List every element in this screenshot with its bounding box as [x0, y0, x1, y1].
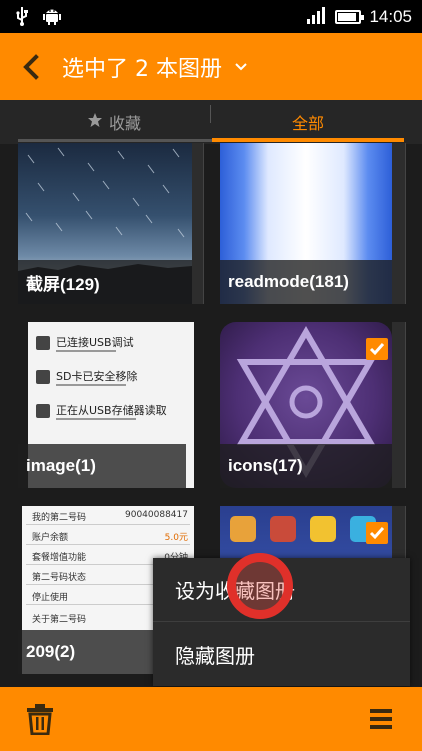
usb-icon — [14, 6, 30, 30]
album-caption: icons(17) — [220, 444, 392, 488]
tab-favorites-label: 收藏 — [108, 114, 141, 133]
thumb-text-line: 已连接USB调试 — [56, 336, 134, 349]
thumb-text-line: SD卡已安全移除 — [56, 370, 138, 383]
checkmark-icon[interactable] — [366, 522, 388, 544]
album-stack — [392, 322, 406, 488]
selection-title[interactable]: 选中了 2 本图册 — [62, 51, 222, 83]
album-image[interactable]: 已连接USB调试 SD卡已安全移除 正在从USB存储器读取 image(1) — [18, 322, 204, 488]
album-caption: image(1) — [18, 444, 186, 488]
thumb-text-row: 账户余额 — [32, 533, 69, 543]
album-screenshots[interactable]: 截屏(129) — [18, 143, 204, 304]
tab-all-label: 全部 — [291, 114, 324, 133]
thumb-text-row: 停止使用 — [32, 593, 69, 603]
tab-favorites[interactable]: 收藏 — [18, 100, 210, 144]
thumb-text-row: 我的第二号码 — [32, 513, 87, 523]
album-icons[interactable]: icons(17) — [220, 322, 406, 488]
action-bar: 选中了 2 本图册 — [0, 33, 422, 100]
album-caption: readmode(181) — [220, 260, 392, 304]
tab-bar: 收藏 全部 — [0, 100, 422, 144]
status-bar: 14:05 — [0, 0, 422, 33]
thumb-text-row: 第二号码状态 — [32, 573, 87, 583]
album-readmode[interactable]: readmode(181) — [220, 143, 406, 304]
thumb-text-line: 正在从USB存储器读取 — [56, 404, 167, 417]
trash-icon[interactable] — [26, 703, 54, 736]
thumb-text-row: 5.0元 — [164, 533, 188, 543]
tab-divider — [210, 105, 211, 123]
bottom-bar — [0, 687, 422, 751]
tab-underline — [18, 139, 212, 142]
thumb-text-row: 套餐增值功能 — [32, 553, 87, 563]
thumb-text-row: 关于第二号码 — [32, 615, 87, 625]
touch-indicator — [227, 553, 293, 619]
album-caption: 截屏(129) — [18, 260, 192, 304]
signal-icon — [307, 6, 327, 28]
album-stack — [192, 143, 204, 304]
menu-icon[interactable] — [370, 707, 392, 731]
checkmark-icon[interactable] — [366, 338, 388, 360]
screen: 14:05 选中了 2 本图册 收藏 全部 截屏(129) readmode(1… — [0, 0, 422, 751]
chevron-down-icon[interactable] — [234, 59, 248, 73]
back-arrow-icon[interactable] — [20, 53, 44, 81]
star-icon — [87, 112, 103, 132]
album-stack — [392, 143, 406, 304]
tab-indicator — [212, 138, 404, 142]
thumb-text-row: 90040088417 — [125, 510, 188, 520]
battery-icon — [335, 10, 365, 24]
clock: 14:05 — [369, 7, 412, 26]
menu-item-hide-album[interactable]: 隐藏图册 — [153, 622, 410, 686]
android-debug-icon — [42, 6, 62, 30]
